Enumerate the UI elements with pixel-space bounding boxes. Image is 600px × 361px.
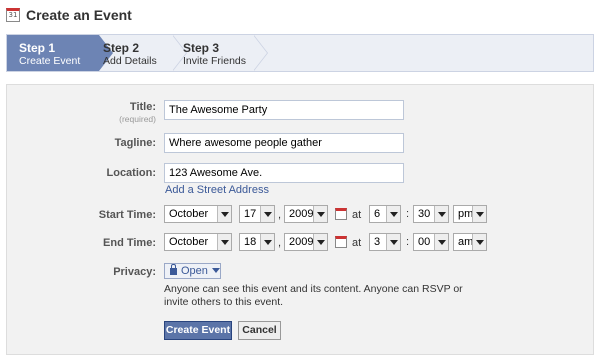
end-year-value: 2009 bbox=[289, 236, 314, 248]
end-minute-value: 00 bbox=[418, 236, 431, 248]
privacy-description: Anyone can see this event and its conten… bbox=[164, 283, 463, 308]
end-day-select[interactable]: 18 bbox=[239, 233, 275, 251]
start-month-value: October bbox=[169, 208, 209, 220]
start-hour-select[interactable]: 6 bbox=[369, 205, 401, 223]
step-progress-bar: Step 1 Create Event Step 2 Add Details S… bbox=[6, 34, 594, 72]
calendar-icon: 31 bbox=[6, 8, 20, 22]
start-year-select[interactable]: 2009 bbox=[284, 205, 328, 223]
tagline-label: Tagline: bbox=[114, 137, 156, 149]
chevron-down-icon bbox=[472, 206, 486, 222]
step-1-number: Step 1 bbox=[19, 41, 56, 55]
title-input[interactable]: The Awesome Party bbox=[164, 100, 404, 120]
calendar-picker-icon[interactable] bbox=[335, 208, 347, 220]
end-ampm-select[interactable]: am bbox=[453, 233, 487, 251]
step-divider-fill bbox=[253, 35, 267, 71]
end-time-label: End Time: bbox=[103, 237, 156, 249]
page-header: 31 Create an Event bbox=[6, 4, 132, 26]
end-month-select[interactable]: October bbox=[164, 233, 232, 251]
chevron-down-icon bbox=[260, 206, 274, 222]
lock-icon bbox=[170, 264, 177, 275]
chevron-down-icon bbox=[217, 234, 231, 250]
chevron-down-icon bbox=[211, 268, 220, 273]
end-minute-select[interactable]: 00 bbox=[413, 233, 449, 251]
chevron-down-icon bbox=[472, 234, 486, 250]
start-minute-select[interactable]: 30 bbox=[413, 205, 449, 223]
chevron-down-icon bbox=[313, 234, 327, 250]
add-street-address-link[interactable]: Add a Street Address bbox=[165, 184, 269, 196]
create-event-button[interactable]: Create Event bbox=[164, 321, 232, 340]
calendar-picker-icon[interactable] bbox=[335, 236, 347, 248]
start-year-value: 2009 bbox=[289, 208, 314, 220]
end-hour-select[interactable]: 3 bbox=[369, 233, 401, 251]
end-day-value: 18 bbox=[244, 236, 257, 248]
time-colon: : bbox=[406, 236, 410, 248]
start-day-value: 17 bbox=[244, 208, 257, 220]
location-input[interactable]: 123 Awesome Ave. bbox=[164, 163, 404, 183]
start-time-label: Start Time: bbox=[98, 209, 156, 221]
time-colon: : bbox=[406, 208, 410, 220]
end-hour-value: 3 bbox=[374, 236, 381, 248]
start-day-select[interactable]: 17 bbox=[239, 205, 275, 223]
step-1-create-event[interactable]: Step 1 Create Event bbox=[7, 35, 113, 71]
end-year-select[interactable]: 2009 bbox=[284, 233, 328, 251]
title-label: Title: bbox=[129, 101, 156, 113]
chevron-down-icon bbox=[434, 206, 448, 222]
at-label: at bbox=[352, 209, 362, 221]
privacy-label: Privacy: bbox=[113, 266, 156, 278]
chevron-down-icon bbox=[386, 206, 400, 222]
start-ampm-value: pm bbox=[458, 208, 474, 220]
title-required-note: (required) bbox=[119, 114, 156, 124]
cancel-button[interactable]: Cancel bbox=[238, 321, 281, 340]
chevron-down-icon bbox=[217, 206, 231, 222]
date-comma: , bbox=[278, 237, 282, 249]
privacy-dropdown[interactable]: Open bbox=[164, 263, 221, 279]
start-ampm-select[interactable]: pm bbox=[453, 205, 487, 223]
privacy-value: Open bbox=[181, 265, 208, 277]
chevron-down-icon bbox=[434, 234, 448, 250]
chevron-down-icon bbox=[313, 206, 327, 222]
end-month-value: October bbox=[169, 236, 209, 248]
start-hour-value: 6 bbox=[374, 208, 381, 220]
tagline-input[interactable]: Where awesome people gather bbox=[164, 133, 404, 153]
start-month-select[interactable]: October bbox=[164, 205, 232, 223]
end-ampm-value: am bbox=[458, 236, 474, 248]
chevron-down-icon bbox=[260, 234, 274, 250]
location-label: Location: bbox=[106, 167, 157, 179]
page-title: Create an Event bbox=[26, 7, 132, 23]
at-label: at bbox=[352, 237, 362, 249]
chevron-down-icon bbox=[386, 234, 400, 250]
step-1-label: Create Event bbox=[19, 55, 81, 67]
date-comma: , bbox=[278, 209, 282, 221]
start-minute-value: 30 bbox=[418, 208, 431, 220]
